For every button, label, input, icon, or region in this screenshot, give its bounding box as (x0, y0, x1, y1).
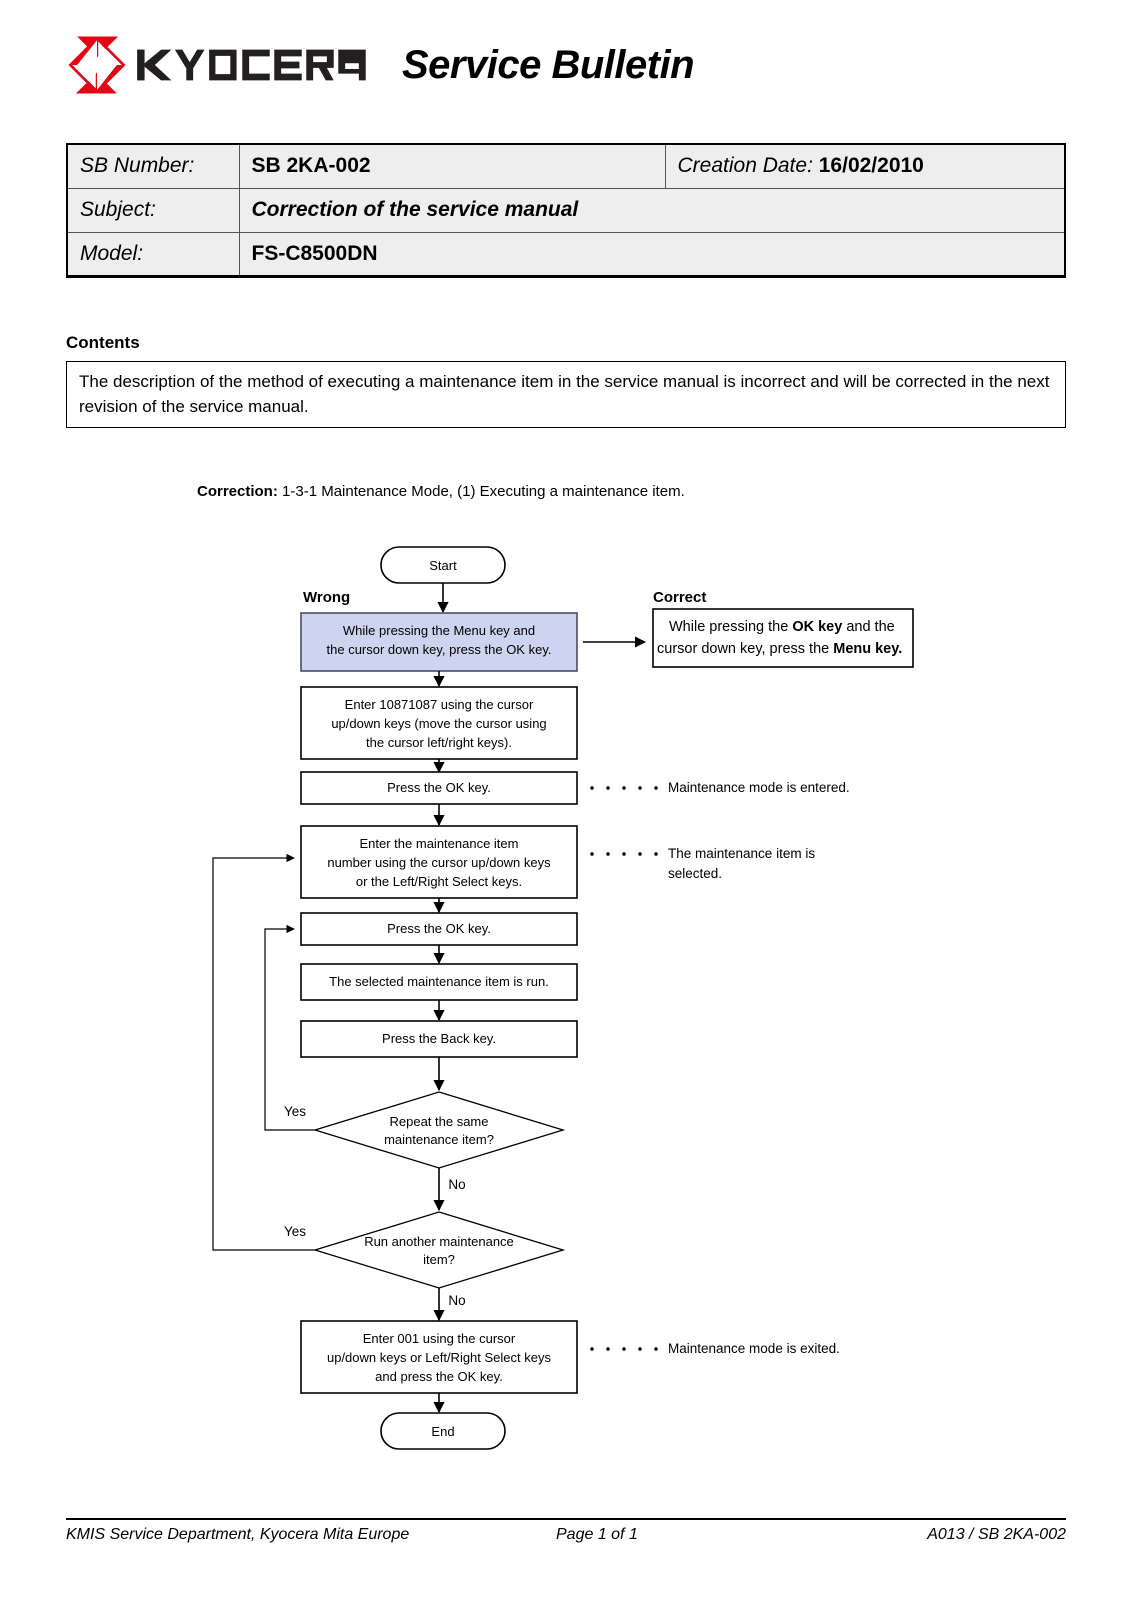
contents-heading: Contents (66, 333, 140, 352)
enter-item-line3: or the Left/Right Select keys. (356, 874, 522, 889)
decision2-no-label: No (448, 1293, 465, 1308)
kyocera-diamond-icon (68, 36, 126, 94)
table-row-model: Model: FS-C8500DN (66, 231, 1066, 278)
flow-note-maintenance-entered: Maintenance mode is entered. (590, 780, 850, 795)
flow-node-decision-run-another-item: Run another maintenance item? (312, 1211, 566, 1289)
sb-number-value: SB 2KA-002 (238, 143, 666, 189)
maintenance-mode-flowchart: Start Wrong Correct While pressing the M… (0, 520, 1132, 1450)
correct-box-line1b: OK key (792, 619, 842, 635)
note-item-selected-line1: The maintenance item is (668, 846, 815, 861)
page-footer: KMIS Service Department, Kyocera Mita Eu… (66, 1526, 1066, 1544)
enter-item-line1: Enter the maintenance item (360, 836, 519, 851)
flow-node-item-runs: The selected maintenance item is run. (300, 963, 578, 1001)
decision1-yes-label: Yes (284, 1104, 306, 1119)
creation-date-label: Creation Date: (677, 154, 813, 178)
flow-node-press-back: Press the Back key. (300, 1020, 578, 1058)
enter-code-line2: up/down keys (move the cursor using (331, 716, 546, 731)
creation-date-value: 16/02/2010 (818, 154, 924, 178)
correct-box-line2a: cursor down key, press the (657, 641, 833, 657)
flow-node-press-ok-2: Press the OK key. (300, 912, 578, 946)
exit-code-line2: up/down keys or Left/Right Select keys (327, 1350, 552, 1365)
correction-line: Correction: 1-3-1 Maintenance Mode, (1) … (197, 483, 685, 500)
flow-note-maintenance-exited: Maintenance mode is exited. (590, 1341, 840, 1356)
footer-right: A013 / SB 2KA-002 (927, 1526, 1066, 1543)
creation-date-cell: Creation Date: 16/02/2010 (664, 143, 1066, 189)
sb-number-label: SB Number: (66, 143, 240, 189)
flow-node-correct-instruction: While pressing the OK key and the cursor… (652, 608, 914, 668)
enter-item-line2: number using the cursor up/down keys (327, 855, 551, 870)
service-bulletin-page: Service Bulletin SB Number: SB 2KA-002 C… (0, 0, 1132, 1600)
model-value: FS-C8500DN (238, 231, 1066, 278)
wrong-header-label: Wrong (303, 589, 350, 606)
flow-node-decision-repeat-same-item: Repeat the same maintenance item? (312, 1091, 566, 1169)
correct-box-line2b: Menu key. (833, 641, 902, 657)
subject-value: Correction of the service manual (238, 187, 1066, 233)
subject-label: Subject: (66, 187, 240, 233)
correct-header-label: Correct (653, 589, 706, 606)
flow-node-end: End (380, 1412, 506, 1450)
table-row-sb-number: SB Number: SB 2KA-002 Creation Date: 16/… (66, 143, 1066, 189)
flow-node-end-label: End (431, 1424, 454, 1439)
item-runs-label: The selected maintenance item is run. (329, 974, 549, 989)
flow-node-start: Start (380, 546, 506, 584)
press-ok-1-label: Press the OK key. (387, 780, 491, 795)
note-item-selected-line2: selected. (668, 866, 722, 881)
flow-note-item-selected: The maintenance item is selected. (590, 846, 815, 881)
flow-node-enter-item-number: Enter the maintenance item number using … (300, 825, 578, 899)
note-maintenance-entered-text: Maintenance mode is entered. (668, 780, 850, 795)
decision2-yes-label: Yes (284, 1224, 306, 1239)
footer-divider (66, 1518, 1066, 1520)
correction-text: 1-3-1 Maintenance Mode, (1) Executing a … (282, 483, 685, 500)
enter-code-line3: the cursor left/right keys). (366, 735, 512, 750)
model-label: Model: (66, 231, 240, 278)
page-title: Service Bulletin (402, 42, 695, 87)
table-row-subject: Subject: Correction of the service manua… (66, 187, 1066, 233)
page-header: Service Bulletin (66, 34, 695, 96)
correct-box-line1c: and the (842, 619, 894, 635)
flow-node-enter-code: Enter 10871087 using the cursor up/down … (300, 686, 578, 760)
exit-code-line3: and press the OK key. (375, 1369, 503, 1384)
flow-node-press-ok-1: Press the OK key. (300, 771, 578, 805)
flow-node-exit-code: Enter 001 using the cursor up/down keys … (300, 1320, 578, 1394)
decision1-line2: maintenance item? (384, 1132, 494, 1147)
note-maintenance-exited-text: Maintenance mode is exited. (668, 1341, 840, 1356)
contents-box: The description of the method of executi… (66, 361, 1066, 429)
correction-label: Correction: (197, 483, 278, 500)
flow-node-wrong-instruction: While pressing the Menu key and the curs… (300, 612, 578, 672)
footer-left: KMIS Service Department, Kyocera Mita Eu… (66, 1526, 410, 1543)
footer-center: Page 1 of 1 (556, 1526, 638, 1543)
svg-text:While pressing the OK key and: While pressing the OK key and the (669, 619, 895, 635)
decision1-no-label: No (448, 1177, 465, 1192)
decision2-line1: Run another maintenance (364, 1234, 514, 1249)
correct-box-line1a: While pressing the (669, 619, 792, 635)
flow-loop-another-yes (212, 853, 315, 1251)
flow-node-start-label: Start (429, 558, 457, 573)
decision1-line1: Repeat the same (389, 1114, 488, 1129)
enter-code-line1: Enter 10871087 using the cursor (345, 697, 534, 712)
decision2-line2: item? (423, 1252, 455, 1267)
kyocera-wordmark-icon (137, 49, 366, 81)
wrong-box-line1: While pressing the Menu key and (343, 623, 535, 638)
svg-text:cursor down key, press the Men: cursor down key, press the Menu key. (657, 641, 902, 657)
kyocera-logo (66, 34, 376, 96)
press-ok-2-label: Press the OK key. (387, 921, 491, 936)
exit-code-line1: Enter 001 using the cursor (363, 1331, 516, 1346)
press-back-label: Press the Back key. (382, 1031, 496, 1046)
wrong-box-line2: the cursor down key, press the OK key. (327, 642, 552, 657)
bulletin-info-table: SB Number: SB 2KA-002 Creation Date: 16/… (66, 143, 1066, 278)
